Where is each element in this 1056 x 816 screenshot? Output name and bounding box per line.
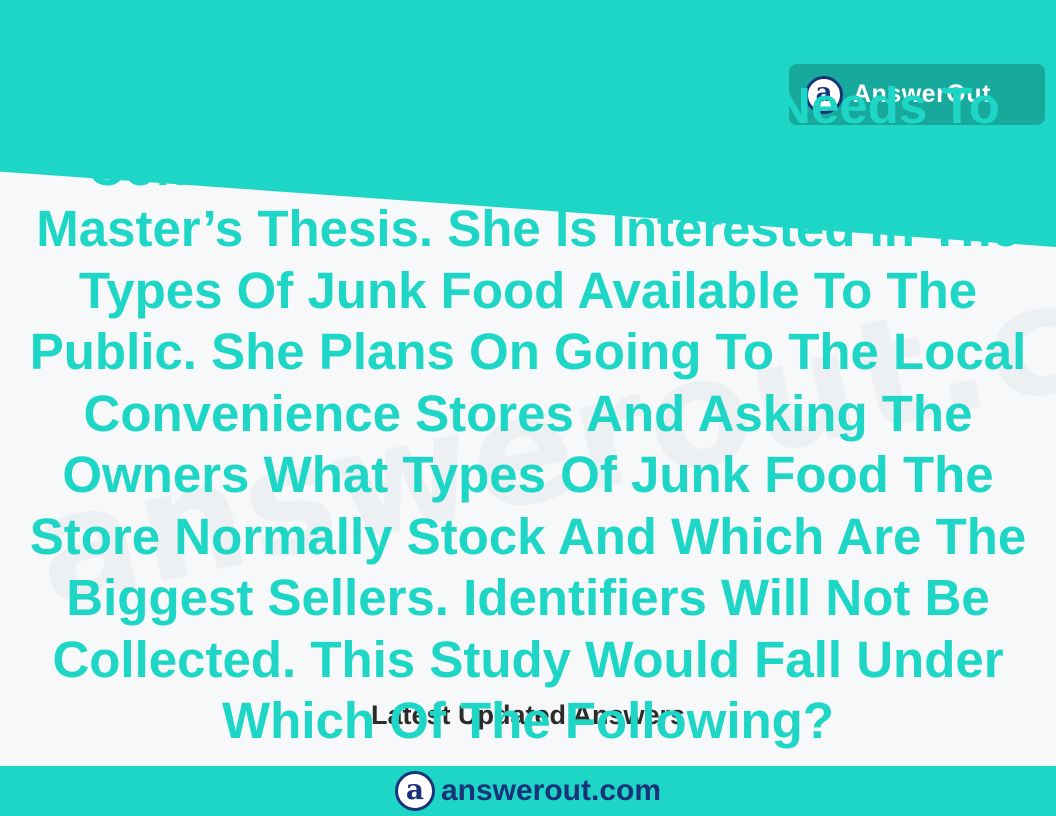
logo-letter: a	[405, 772, 425, 806]
footer-bar[interactable]: a answerout.com	[0, 766, 1056, 816]
question-title: A Master’s Degree Candidate Needs To Con…	[29, 77, 1027, 749]
footer-domain-link[interactable]: answerout.com	[441, 774, 661, 808]
answerout-logo-icon: a	[394, 771, 435, 811]
